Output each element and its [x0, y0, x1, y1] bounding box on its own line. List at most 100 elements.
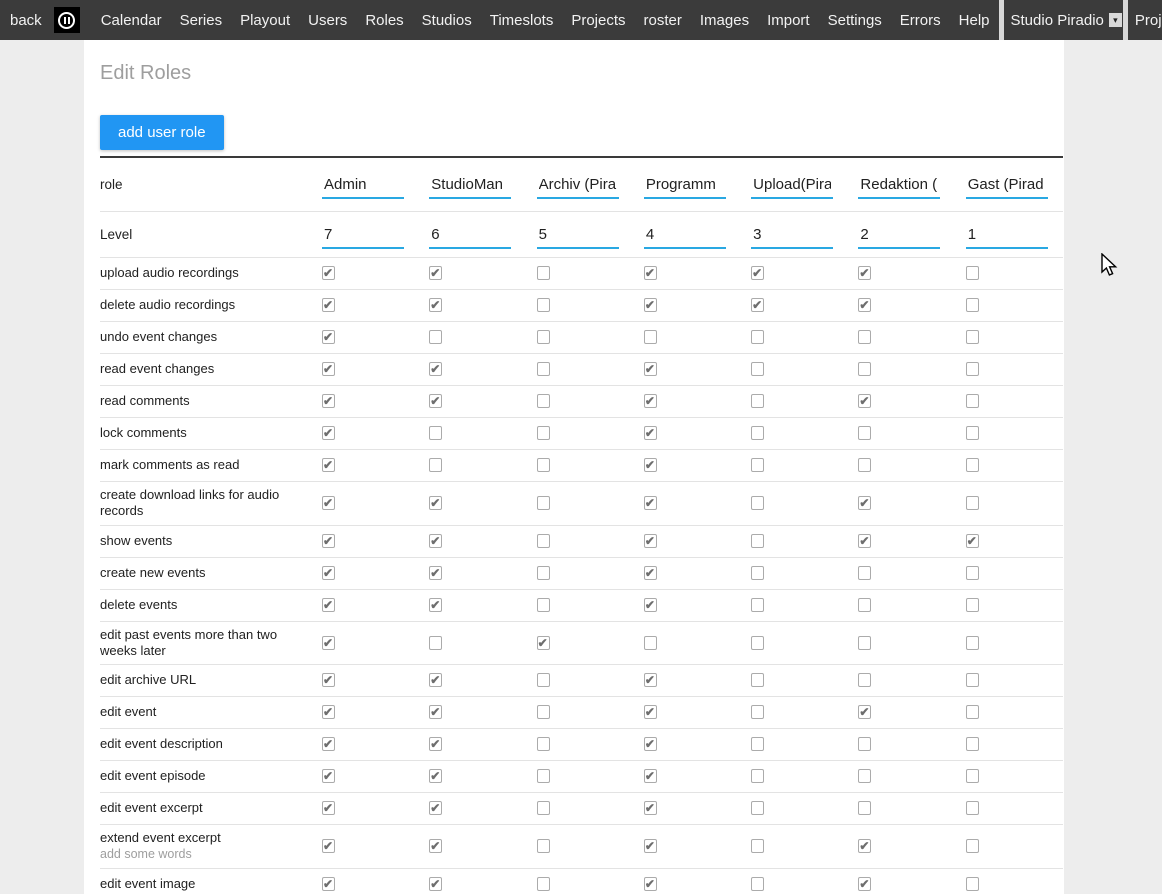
permission-checkbox-r6-c2[interactable]	[537, 458, 550, 472]
permission-checkbox-r8-c6[interactable]	[966, 534, 979, 548]
permission-checkbox-r17-c3[interactable]	[644, 839, 657, 853]
permission-checkbox-r11-c4[interactable]	[751, 636, 764, 650]
nav-item-settings[interactable]: Settings	[819, 12, 891, 29]
permission-checkbox-r13-c6[interactable]	[966, 705, 979, 719]
role-name-input-2[interactable]	[537, 171, 619, 199]
permission-checkbox-r17-c4[interactable]	[751, 839, 764, 853]
level-input-4[interactable]	[751, 221, 833, 249]
permission-checkbox-r3-c5[interactable]	[858, 362, 871, 376]
permission-checkbox-r7-c5[interactable]	[858, 496, 871, 510]
nav-item-projects[interactable]: Projects	[562, 12, 634, 29]
permission-checkbox-r9-c4[interactable]	[751, 566, 764, 580]
permission-checkbox-r5-c4[interactable]	[751, 426, 764, 440]
nav-item-errors[interactable]: Errors	[891, 12, 950, 29]
permission-checkbox-r15-c3[interactable]	[644, 769, 657, 783]
permission-checkbox-r8-c5[interactable]	[858, 534, 871, 548]
permission-checkbox-r9-c0[interactable]	[322, 566, 335, 580]
permission-checkbox-r4-c2[interactable]	[537, 394, 550, 408]
permission-checkbox-r12-c0[interactable]	[322, 673, 335, 687]
permission-checkbox-r15-c2[interactable]	[537, 769, 550, 783]
role-name-input-6[interactable]	[966, 171, 1048, 199]
permission-checkbox-r7-c6[interactable]	[966, 496, 979, 510]
permission-checkbox-r10-c3[interactable]	[644, 598, 657, 612]
permission-checkbox-r9-c5[interactable]	[858, 566, 871, 580]
permission-checkbox-r10-c1[interactable]	[429, 598, 442, 612]
permission-checkbox-r12-c1[interactable]	[429, 673, 442, 687]
permission-checkbox-r14-c1[interactable]	[429, 737, 442, 751]
permission-checkbox-r7-c1[interactable]	[429, 496, 442, 510]
permission-checkbox-r1-c5[interactable]	[858, 298, 871, 312]
permission-checkbox-r6-c4[interactable]	[751, 458, 764, 472]
nav-item-import[interactable]: Import	[758, 12, 819, 29]
permission-checkbox-r13-c5[interactable]	[858, 705, 871, 719]
permission-checkbox-r14-c6[interactable]	[966, 737, 979, 751]
permission-checkbox-r4-c4[interactable]	[751, 394, 764, 408]
permission-checkbox-r15-c0[interactable]	[322, 769, 335, 783]
permission-checkbox-r15-c1[interactable]	[429, 769, 442, 783]
permission-checkbox-r14-c2[interactable]	[537, 737, 550, 751]
permission-checkbox-r16-c3[interactable]	[644, 801, 657, 815]
permission-checkbox-r11-c3[interactable]	[644, 636, 657, 650]
level-input-6[interactable]	[966, 221, 1048, 249]
permission-checkbox-r13-c1[interactable]	[429, 705, 442, 719]
permission-checkbox-r11-c2[interactable]	[537, 636, 550, 650]
permission-checkbox-r17-c5[interactable]	[858, 839, 871, 853]
permission-checkbox-r13-c0[interactable]	[322, 705, 335, 719]
permission-checkbox-r2-c1[interactable]	[429, 330, 442, 344]
permission-checkbox-r2-c2[interactable]	[537, 330, 550, 344]
permission-checkbox-r18-c3[interactable]	[644, 877, 657, 891]
permission-checkbox-r13-c3[interactable]	[644, 705, 657, 719]
permission-checkbox-r9-c2[interactable]	[537, 566, 550, 580]
permission-checkbox-r12-c2[interactable]	[537, 673, 550, 687]
permission-checkbox-r2-c5[interactable]	[858, 330, 871, 344]
nav-item-studios[interactable]: Studios	[413, 12, 481, 29]
permission-checkbox-r11-c6[interactable]	[966, 636, 979, 650]
permission-checkbox-r15-c4[interactable]	[751, 769, 764, 783]
permission-checkbox-r18-c6[interactable]	[966, 877, 979, 891]
permission-checkbox-r1-c2[interactable]	[537, 298, 550, 312]
permission-checkbox-r8-c3[interactable]	[644, 534, 657, 548]
permission-checkbox-r7-c4[interactable]	[751, 496, 764, 510]
permission-checkbox-r12-c3[interactable]	[644, 673, 657, 687]
nav-item-playout[interactable]: Playout	[231, 12, 299, 29]
permission-checkbox-r14-c0[interactable]	[322, 737, 335, 751]
permission-checkbox-r9-c1[interactable]	[429, 566, 442, 580]
permission-checkbox-r10-c2[interactable]	[537, 598, 550, 612]
permission-checkbox-r4-c1[interactable]	[429, 394, 442, 408]
permission-checkbox-r0-c4[interactable]	[751, 266, 764, 280]
permission-checkbox-r18-c5[interactable]	[858, 877, 871, 891]
permission-checkbox-r0-c6[interactable]	[966, 266, 979, 280]
permission-checkbox-r10-c0[interactable]	[322, 598, 335, 612]
permission-checkbox-r0-c5[interactable]	[858, 266, 871, 280]
level-input-1[interactable]	[429, 221, 511, 249]
permission-checkbox-r0-c0[interactable]	[322, 266, 335, 280]
permission-checkbox-r17-c1[interactable]	[429, 839, 442, 853]
permission-checkbox-r6-c0[interactable]	[322, 458, 335, 472]
permission-checkbox-r12-c4[interactable]	[751, 673, 764, 687]
permission-checkbox-r14-c3[interactable]	[644, 737, 657, 751]
nav-item-roles[interactable]: Roles	[356, 12, 412, 29]
permission-checkbox-r6-c3[interactable]	[644, 458, 657, 472]
permission-checkbox-r4-c5[interactable]	[858, 394, 871, 408]
permission-checkbox-r11-c5[interactable]	[858, 636, 871, 650]
level-input-3[interactable]	[644, 221, 726, 249]
permission-checkbox-r6-c5[interactable]	[858, 458, 871, 472]
nav-item-help[interactable]: Help	[950, 12, 999, 29]
permission-checkbox-r18-c2[interactable]	[537, 877, 550, 891]
nav-item-images[interactable]: Images	[691, 12, 758, 29]
chevron-down-icon[interactable]: ▾	[1109, 13, 1122, 27]
permission-checkbox-r18-c4[interactable]	[751, 877, 764, 891]
permission-checkbox-r8-c0[interactable]	[322, 534, 335, 548]
permission-checkbox-r11-c0[interactable]	[322, 636, 335, 650]
permission-checkbox-r1-c6[interactable]	[966, 298, 979, 312]
permission-checkbox-r14-c5[interactable]	[858, 737, 871, 751]
permission-checkbox-r2-c0[interactable]	[322, 330, 335, 344]
permission-checkbox-r7-c2[interactable]	[537, 496, 550, 510]
permission-checkbox-r17-c6[interactable]	[966, 839, 979, 853]
permission-checkbox-r1-c3[interactable]	[644, 298, 657, 312]
permission-checkbox-r17-c0[interactable]	[322, 839, 335, 853]
role-name-input-5[interactable]	[858, 171, 940, 199]
permission-checkbox-r3-c2[interactable]	[537, 362, 550, 376]
level-input-0[interactable]	[322, 221, 404, 249]
permission-checkbox-r11-c1[interactable]	[429, 636, 442, 650]
